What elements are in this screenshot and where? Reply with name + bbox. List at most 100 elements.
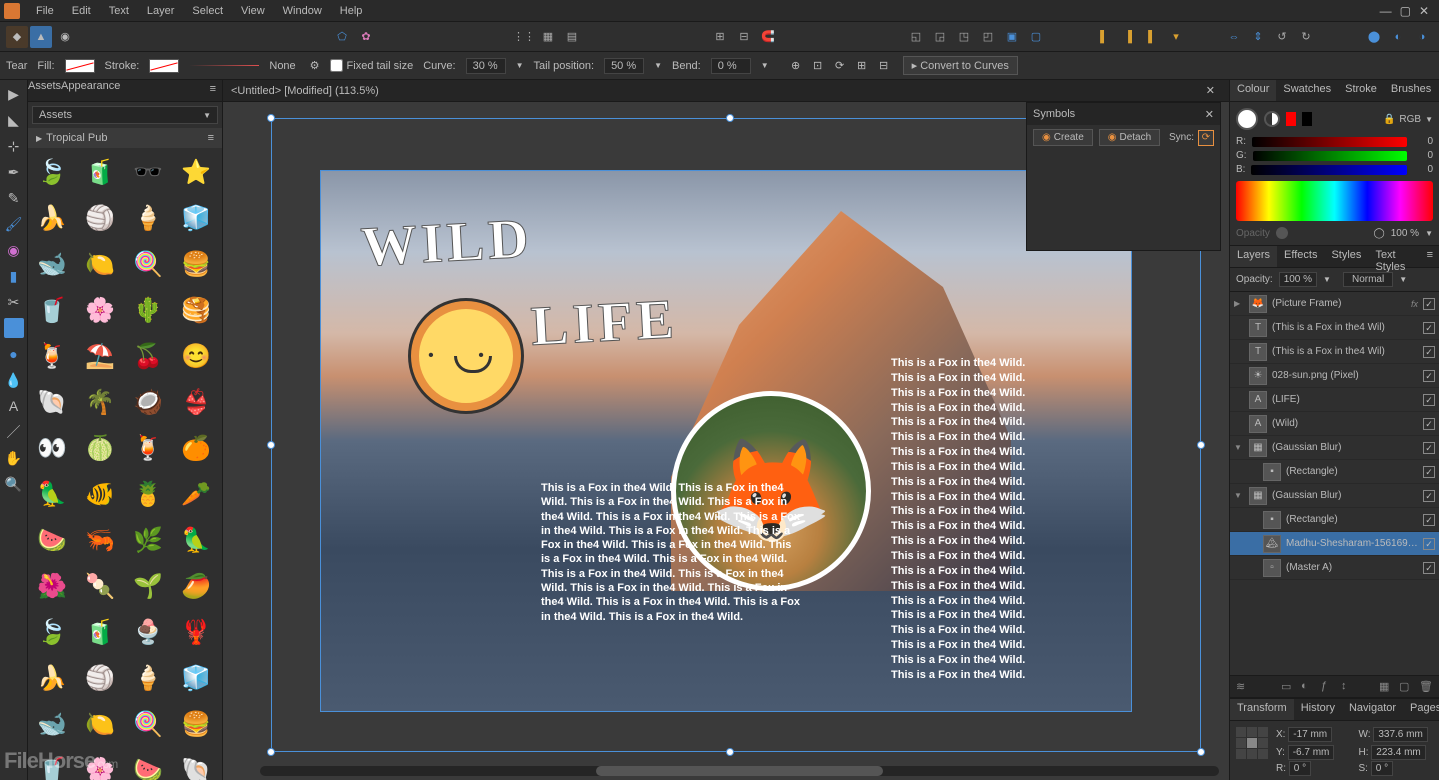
visibility-checkbox[interactable]	[1423, 322, 1435, 334]
asset-item[interactable]: 🥞	[178, 292, 214, 328]
asset-item[interactable]: 🏐	[82, 660, 118, 696]
opacity-well[interactable]	[1276, 227, 1288, 239]
menu-window[interactable]: Window	[275, 3, 330, 19]
arrange-forward-icon[interactable]: ◳	[953, 26, 975, 48]
asset-item[interactable]: 🥥	[130, 384, 166, 420]
asset-item[interactable]: 🍨	[130, 614, 166, 650]
blend-mode-select[interactable]: Normal	[1343, 272, 1393, 287]
shape-pentagon-icon[interactable]: ⬠	[331, 26, 353, 48]
menu-select[interactable]: Select	[184, 3, 231, 19]
r-slider[interactable]	[1252, 137, 1407, 147]
delete-layer-icon[interactable]: 🗑	[1419, 680, 1433, 694]
transform-mode-icon[interactable]: ⊡	[809, 57, 827, 75]
asset-item[interactable]: 🍈	[82, 430, 118, 466]
stroke-swatch[interactable]	[149, 59, 179, 73]
asset-item[interactable]: 🍌	[34, 660, 70, 696]
shape-flower-icon[interactable]: ✿	[355, 26, 377, 48]
magnet-icon[interactable]: 🧲	[757, 26, 779, 48]
close-panel-icon[interactable]: ✕	[1205, 108, 1214, 121]
tail-position-value[interactable]: 50 %	[604, 58, 644, 74]
asset-item[interactable]: 🦜	[34, 476, 70, 512]
layer-row[interactable]: A(Wild)	[1230, 412, 1439, 436]
asset-item[interactable]: 🐚	[34, 384, 70, 420]
rotate-cw-icon[interactable]: ↻	[1295, 26, 1317, 48]
asset-item[interactable]: 🌸	[82, 292, 118, 328]
tab-navigator[interactable]: Navigator	[1342, 699, 1403, 720]
vector-brush-tool[interactable]: ／	[4, 422, 24, 442]
fill-well[interactable]	[1236, 108, 1258, 130]
opacity-value[interactable]: 100 %	[1391, 228, 1419, 239]
asset-item[interactable]: ⭐	[178, 154, 214, 190]
grid-dots-icon[interactable]: ⋮⋮	[513, 26, 535, 48]
asset-item[interactable]: 🍦	[130, 660, 166, 696]
tab-appearance[interactable]: Appearance	[61, 80, 120, 101]
close-tab-icon[interactable]: ✕	[1200, 84, 1221, 97]
asset-item[interactable]: 🕶️	[130, 154, 166, 190]
selection-handle[interactable]	[726, 114, 734, 122]
selection-handle[interactable]	[267, 748, 275, 756]
asset-item[interactable]: 🍡	[82, 568, 118, 604]
symbols-panel-floating[interactable]: Symbols✕ ◉Create ◉Detach Sync:⟳	[1026, 102, 1221, 251]
arrange-inside-icon[interactable]: ▣	[1001, 26, 1023, 48]
tab-styles[interactable]: Styles	[1324, 246, 1368, 267]
snap-grid-icon[interactable]: ⊞	[709, 26, 731, 48]
asset-item[interactable]: 🍉	[130, 752, 166, 780]
selection-handle[interactable]	[267, 114, 275, 122]
artistic-text-tool[interactable]: A	[4, 396, 24, 416]
zoom-tool[interactable]: 🔍	[4, 474, 24, 494]
selection-handle[interactable]	[267, 441, 275, 449]
align-more-icon[interactable]: ▾	[1165, 26, 1187, 48]
visibility-checkbox[interactable]	[1423, 442, 1435, 454]
tab-history[interactable]: History	[1294, 699, 1342, 720]
align-right-icon[interactable]: ▌	[1141, 26, 1163, 48]
asset-item[interactable]: 🍌	[34, 200, 70, 236]
transform-origin-icon[interactable]: ⊕	[787, 57, 805, 75]
tab-transform[interactable]: Transform	[1230, 699, 1294, 720]
flip-horizontal-icon[interactable]: ⇔	[1223, 26, 1245, 48]
tab-effects[interactable]: Effects	[1277, 246, 1324, 267]
fixed-tail-checkbox[interactable]: Fixed tail size	[330, 59, 414, 72]
asset-item[interactable]: 😊	[178, 338, 214, 374]
point-transform-tool[interactable]: ⊹	[4, 136, 24, 156]
pen-tool[interactable]: ✒	[4, 162, 24, 182]
persona-designer[interactable]: ▲	[30, 26, 52, 48]
transform-separately-icon[interactable]: ⊟	[875, 57, 893, 75]
show-alignment-icon[interactable]: ⊞	[853, 57, 871, 75]
asset-item[interactable]: 🌵	[130, 292, 166, 328]
node-tool[interactable]: ◣	[4, 110, 24, 130]
layer-row[interactable]: ▼▦(Gaussian Blur)	[1230, 484, 1439, 508]
document-tab[interactable]: <Untitled> [Modified] (113.5%) ✕	[223, 80, 1229, 102]
menu-edit[interactable]: Edit	[64, 3, 99, 19]
menu-help[interactable]: Help	[332, 3, 371, 19]
title-wild[interactable]: WILD	[359, 207, 534, 280]
bend-value[interactable]: 0 %	[711, 58, 751, 74]
panel-menu-icon[interactable]: ≡	[1421, 246, 1439, 267]
asset-item[interactable]: 🦞	[178, 614, 214, 650]
asset-item[interactable]: 🏐	[82, 200, 118, 236]
add-pixel-layer-icon[interactable]: ▦	[1379, 680, 1393, 694]
artboard[interactable]: WILD LIFE This is a Fox in the4 Wild. Th…	[321, 171, 1131, 711]
asset-item[interactable]: 🥕	[178, 476, 214, 512]
visibility-checkbox[interactable]	[1423, 418, 1435, 430]
selection-handle[interactable]	[1197, 748, 1205, 756]
crop-tool[interactable]: ✂	[4, 292, 24, 312]
layer-row[interactable]: ▪(Rectangle)	[1230, 460, 1439, 484]
symbol-create-button[interactable]: ◉Create	[1033, 129, 1093, 146]
asset-item[interactable]: 🐚	[178, 752, 214, 780]
asset-item[interactable]: 🐠	[82, 476, 118, 512]
move-tool[interactable]: ▶	[4, 84, 24, 104]
asset-item[interactable]: 🍋	[82, 706, 118, 742]
edit-all-layers-icon[interactable]: ≋	[1236, 680, 1250, 694]
asset-item[interactable]: 🍹	[130, 430, 166, 466]
asset-item[interactable]: 🍔	[178, 246, 214, 282]
recent-color-2[interactable]	[1302, 112, 1312, 126]
horizontal-scrollbar[interactable]	[260, 766, 1219, 776]
asset-item[interactable]: 🌱	[130, 568, 166, 604]
tab-pages[interactable]: Pages	[1403, 699, 1439, 720]
visibility-checkbox[interactable]	[1423, 466, 1435, 478]
recent-color-1[interactable]	[1286, 112, 1296, 126]
close-button[interactable]: ✕	[1419, 4, 1429, 18]
s-input[interactable]: 0 °	[1371, 761, 1393, 776]
asset-item[interactable]: 🌴	[82, 384, 118, 420]
arrange-front-icon[interactable]: ◰	[977, 26, 999, 48]
